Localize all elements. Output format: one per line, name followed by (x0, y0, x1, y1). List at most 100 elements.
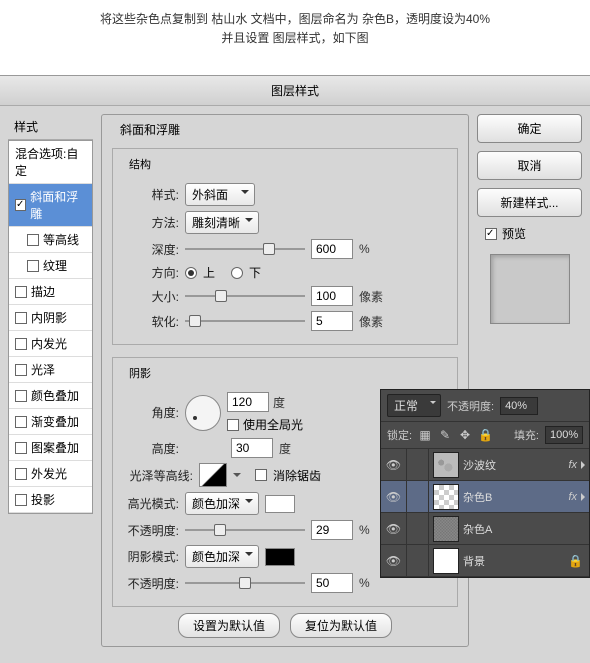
satin-row[interactable]: 光泽 (9, 357, 92, 383)
lock-label: 锁定: (387, 427, 412, 443)
reset-default-button[interactable]: 复位为默认值 (290, 613, 392, 638)
technique-select[interactable]: 雕刻清晰 (185, 211, 259, 234)
layer-thumbnail (433, 484, 459, 510)
bevel-checkbox[interactable] (15, 199, 26, 211)
color-overlay-row[interactable]: 颜色叠加 (9, 383, 92, 409)
visibility-icon[interactable]: 👁 (381, 481, 407, 512)
inner-glow-row[interactable]: 内发光 (9, 331, 92, 357)
lock-all-icon[interactable]: 🔒 (478, 428, 492, 442)
contour-row[interactable]: 等高线 (9, 227, 92, 253)
highlight-opacity-input[interactable]: 29 (311, 520, 353, 540)
chevron-down-icon[interactable] (233, 473, 241, 481)
shadow-color-swatch[interactable] (265, 548, 295, 566)
soften-label: 软化: (121, 313, 179, 330)
instruction-line2: 并且设置 图层样式，如下图 (20, 29, 570, 48)
drop-shadow-row[interactable]: 投影 (9, 487, 92, 513)
pat-overlay-checkbox[interactable] (15, 442, 27, 454)
layer-row[interactable]: 👁 背景 🔒 (381, 545, 589, 577)
preview-checkbox[interactable] (485, 228, 497, 240)
chevron-icon[interactable] (581, 493, 589, 501)
layer-thumbnail (433, 548, 459, 574)
new-style-button[interactable]: 新建样式... (477, 188, 582, 217)
altitude-unit: 度 (279, 440, 291, 457)
opacity-input[interactable]: 40% (500, 397, 538, 415)
global-light-checkbox[interactable] (227, 419, 239, 431)
gloss-contour-picker[interactable] (199, 463, 227, 487)
stroke-row[interactable]: 描边 (9, 279, 92, 305)
layer-row[interactable]: 👁 杂色A (381, 513, 589, 545)
fill-input[interactable]: 100% (545, 426, 583, 444)
angle-unit: 度 (273, 394, 285, 411)
antialias-checkbox[interactable] (255, 469, 267, 481)
visibility-icon[interactable]: 👁 (381, 513, 407, 544)
blend-mode-select[interactable]: 正常 (387, 394, 441, 417)
angle-input[interactable]: 120 (227, 392, 269, 412)
make-default-button[interactable]: 设置为默认值 (178, 613, 280, 638)
inner-glow-checkbox[interactable] (15, 338, 27, 350)
direction-down-radio[interactable] (231, 267, 243, 279)
shadow-opacity-unit: % (359, 576, 370, 590)
outer-glow-row[interactable]: 外发光 (9, 461, 92, 487)
cancel-button[interactable]: 取消 (477, 151, 582, 180)
direction-up-radio[interactable] (185, 267, 197, 279)
highlight-color-swatch[interactable] (265, 495, 295, 513)
pat-overlay-row[interactable]: 图案叠加 (9, 435, 92, 461)
grad-overlay-label: 渐变叠加 (31, 413, 79, 430)
shadow-mode-label: 阴影模式: (121, 548, 179, 565)
visibility-icon[interactable]: 👁 (381, 449, 407, 480)
layer-name: 杂色B (463, 489, 568, 505)
layer-thumbnail (433, 516, 459, 542)
size-slider[interactable] (185, 289, 305, 303)
contour-checkbox[interactable] (27, 234, 39, 246)
bevel-label: 斜面和浮雕 (30, 188, 86, 222)
highlight-opacity-slider[interactable] (185, 523, 305, 537)
chevron-icon[interactable] (581, 461, 589, 469)
shadow-mode-select[interactable]: 颜色加深 (185, 545, 259, 568)
size-input[interactable]: 100 (311, 286, 353, 306)
soften-input[interactable]: 5 (311, 311, 353, 331)
drop-shadow-checkbox[interactable] (15, 494, 27, 506)
inner-shadow-checkbox[interactable] (15, 312, 27, 324)
color-overlay-checkbox[interactable] (15, 390, 27, 402)
style-label: 样式: (121, 186, 179, 203)
depth-unit: % (359, 242, 370, 256)
highlight-mode-label: 高光模式: (121, 495, 179, 512)
style-select[interactable]: 外斜面 (185, 183, 255, 206)
size-unit: 像素 (359, 288, 383, 305)
depth-input[interactable]: 600 (311, 239, 353, 259)
shading-title: 阴影 (125, 365, 155, 381)
ok-button[interactable]: 确定 (477, 114, 582, 143)
fx-icon[interactable]: fx (568, 459, 577, 471)
texture-row[interactable]: 纹理 (9, 253, 92, 279)
preview-thumbnail (490, 254, 570, 324)
highlight-mode-select[interactable]: 颜色加深 (185, 492, 259, 515)
depth-slider[interactable] (185, 242, 305, 256)
inner-shadow-row[interactable]: 内阴影 (9, 305, 92, 331)
texture-checkbox[interactable] (27, 260, 39, 272)
lock-move-icon[interactable]: ✥ (458, 428, 472, 442)
grad-overlay-checkbox[interactable] (15, 416, 27, 428)
blend-options-row[interactable]: 混合选项:自定 (9, 141, 92, 184)
angle-label: 角度: (121, 404, 179, 421)
technique-label: 方法: (121, 214, 179, 231)
altitude-input[interactable]: 30 (231, 438, 273, 458)
layer-name: 杂色A (463, 521, 589, 537)
outer-glow-checkbox[interactable] (15, 468, 27, 480)
layer-row[interactable]: 👁 沙波纹 fx (381, 449, 589, 481)
lock-brush-icon[interactable]: ✎ (438, 428, 452, 442)
shadow-opacity-slider[interactable] (185, 576, 305, 590)
grad-overlay-row[interactable]: 渐变叠加 (9, 409, 92, 435)
fx-icon[interactable]: fx (568, 491, 577, 503)
angle-control[interactable] (185, 395, 221, 431)
satin-checkbox[interactable] (15, 364, 27, 376)
shadow-opacity-input[interactable]: 50 (311, 573, 353, 593)
visibility-icon[interactable]: 👁 (381, 545, 407, 576)
soften-slider[interactable] (185, 314, 305, 328)
direction-up-label: 上 (203, 264, 215, 281)
stroke-checkbox[interactable] (15, 286, 27, 298)
blend-options-label: 混合选项:自定 (15, 145, 86, 179)
contour-label: 等高线 (43, 231, 79, 248)
layer-row[interactable]: 👁 杂色B fx (381, 481, 589, 513)
bevel-row[interactable]: 斜面和浮雕 (9, 184, 92, 227)
lock-pixels-icon[interactable]: ▦ (418, 428, 432, 442)
